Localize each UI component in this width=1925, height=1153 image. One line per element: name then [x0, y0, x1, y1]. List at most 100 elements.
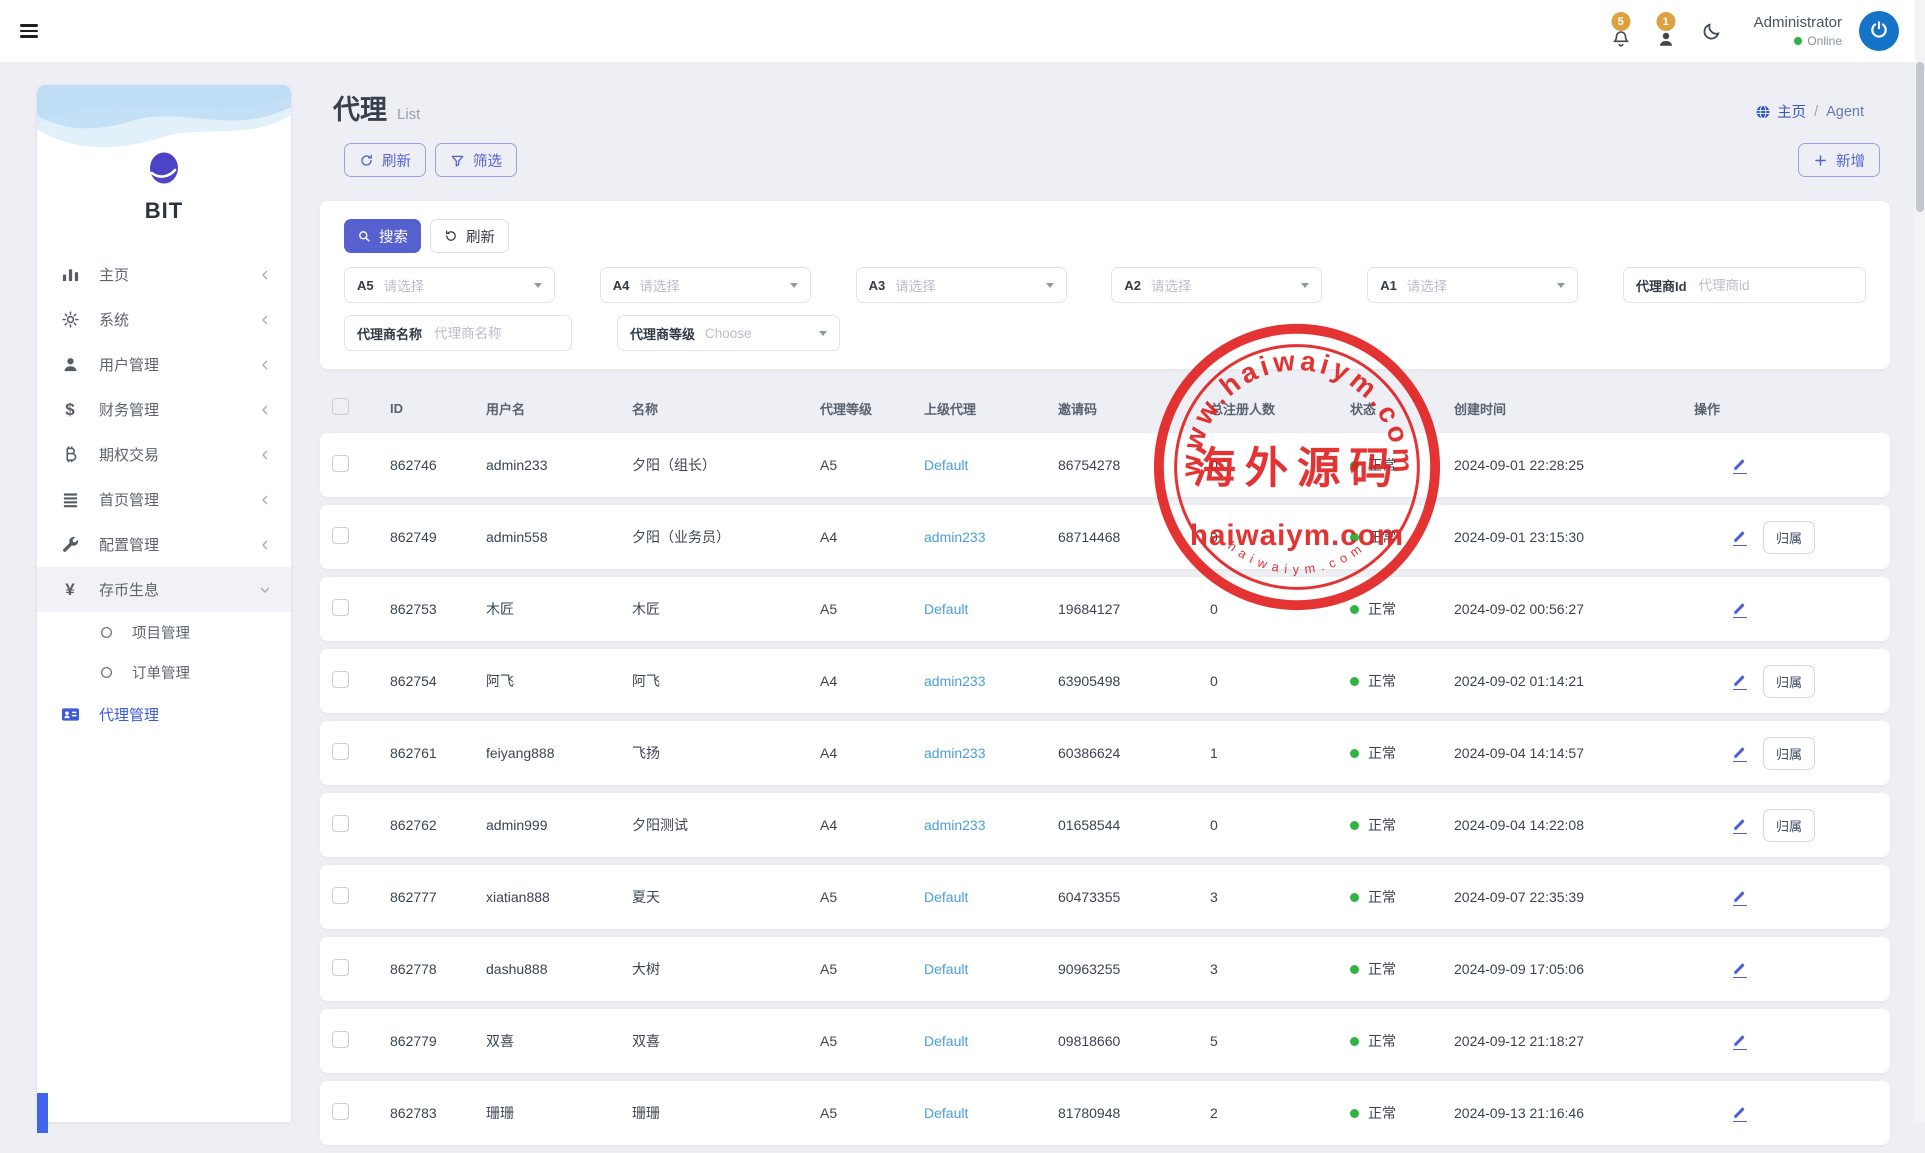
row-checkbox[interactable]: [332, 671, 349, 688]
parent-agent-link[interactable]: admin233: [912, 673, 1046, 689]
edit-icon[interactable]: [1732, 1033, 1747, 1050]
edit-icon[interactable]: [1732, 457, 1747, 474]
table-row: 862746admin233夕阳（组长）A5Default867542780正常…: [320, 433, 1890, 497]
edit-icon[interactable]: [1732, 673, 1747, 690]
column-header: 状态: [1338, 399, 1442, 418]
row-checkbox[interactable]: [332, 815, 349, 832]
search-button[interactable]: 搜索: [344, 219, 421, 253]
status-dot: [1350, 1037, 1359, 1046]
row-checkbox[interactable]: [332, 1031, 349, 1048]
power-icon: [1869, 19, 1889, 44]
scrollbar-thumb[interactable]: [1916, 62, 1924, 212]
status-dot: [1350, 677, 1359, 686]
edit-icon[interactable]: [1732, 529, 1747, 546]
agent-level: A4: [808, 745, 912, 761]
sidebar-item-options-trading[interactable]: 期权交易: [37, 432, 291, 477]
sidebar-item-system[interactable]: 系统: [37, 297, 291, 342]
agent-name: 木匠: [620, 599, 808, 619]
notification-bell-button[interactable]: 5: [1607, 11, 1635, 51]
edit-icon[interactable]: [1732, 817, 1747, 834]
status-badge: 正常: [1338, 743, 1442, 763]
dark-mode-toggle[interactable]: [1701, 20, 1723, 42]
parent-agent-link[interactable]: Default: [912, 1033, 1046, 1049]
row-checkbox[interactable]: [332, 455, 349, 472]
row-checkbox[interactable]: [332, 527, 349, 544]
parent-agent-link[interactable]: admin233: [912, 817, 1046, 833]
sidebar-item-config[interactable]: 配置管理: [37, 522, 291, 567]
edit-icon[interactable]: [1732, 1105, 1747, 1122]
row-checkbox[interactable]: [332, 887, 349, 904]
circle-icon: [99, 665, 114, 680]
edit-icon[interactable]: [1732, 961, 1747, 978]
filter-a4-select[interactable]: A4请选择: [600, 267, 811, 303]
hamburger-menu-icon[interactable]: [20, 21, 38, 41]
filter-agent-name-input[interactable]: 代理商名称: [344, 315, 572, 351]
sidebar-subitem-project-mgmt[interactable]: 项目管理: [37, 612, 291, 652]
filter-a5-select[interactable]: A5请选择: [344, 267, 555, 303]
attribution-button[interactable]: 归属: [1763, 521, 1815, 554]
table-row: 862778dashu888大树A5Default909632553正常2024…: [320, 937, 1890, 1001]
row-checkbox[interactable]: [332, 959, 349, 976]
caret-down-icon: [534, 283, 542, 288]
sidebar-item-homepage-mgmt[interactable]: 首页管理: [37, 477, 291, 522]
avatar[interactable]: [1859, 11, 1899, 51]
attribution-button[interactable]: 归属: [1763, 665, 1815, 698]
agent-name: 夏天: [620, 887, 808, 907]
sidebar-item-user-mgmt[interactable]: 用户管理: [37, 342, 291, 387]
agent-username: xiatian888: [474, 889, 620, 905]
edit-icon[interactable]: [1732, 889, 1747, 906]
filter-a1-select[interactable]: A1请选择: [1367, 267, 1578, 303]
chevron-left-icon: [257, 492, 273, 508]
select-all-checkbox[interactable]: [332, 398, 349, 415]
column-header: 名称: [620, 399, 808, 418]
sidebar-item-agent-mgmt[interactable]: 代理管理: [37, 692, 291, 737]
sidebar-item-finance[interactable]: $财务管理: [37, 387, 291, 432]
search-panel: 搜索 刷新 A5请选择 A4请选择 A3请选择 A2请选择 A1请选择 代理商Id 代理商…: [320, 201, 1890, 369]
filter-agent-level-select[interactable]: 代理商等级Choose: [617, 315, 840, 351]
status-badge: 正常: [1338, 1103, 1442, 1123]
breadcrumb-home-link[interactable]: 主页: [1755, 101, 1806, 122]
agent-level: A5: [808, 601, 912, 617]
parent-agent-link[interactable]: Default: [912, 961, 1046, 977]
attribution-button[interactable]: 归属: [1763, 809, 1815, 842]
agent-name: 大树: [620, 959, 808, 979]
filter-agent-name-field[interactable]: [432, 325, 559, 342]
row-checkbox[interactable]: [332, 1103, 349, 1120]
table-body: 862746admin233夕阳（组长）A5Default867542780正常…: [320, 433, 1890, 1145]
refresh-button[interactable]: 刷新: [344, 143, 426, 177]
filter-a2-select[interactable]: A2请选择: [1111, 267, 1322, 303]
row-checkbox[interactable]: [332, 743, 349, 760]
row-checkbox[interactable]: [332, 599, 349, 616]
sidebar-submenu: 项目管理订单管理: [37, 612, 291, 692]
add-button[interactable]: 新增: [1798, 143, 1880, 177]
parent-agent-link[interactable]: Default: [912, 457, 1046, 473]
table-header: ID用户名名称代理等级上级代理邀请码总注册人数状态创建时间操作: [320, 389, 1890, 427]
parent-agent-link[interactable]: admin233: [912, 745, 1046, 761]
user-notification-button[interactable]: 1: [1652, 11, 1680, 51]
user-name: Administrator: [1754, 14, 1842, 31]
main-content: 代理List 主页 / Agent 刷新 筛选 新增: [320, 62, 1890, 1153]
parent-agent-link[interactable]: admin233: [912, 529, 1046, 545]
total-registered: 1: [1198, 745, 1338, 761]
filter-agent-id-input[interactable]: 代理商Id: [1623, 267, 1866, 303]
parent-agent-link[interactable]: Default: [912, 601, 1046, 617]
filter-button[interactable]: 筛选: [435, 143, 517, 177]
user-badge: 1: [1656, 12, 1675, 31]
created-time: 2024-09-04 14:22:08: [1442, 817, 1682, 833]
sidebar-subitem-order-mgmt[interactable]: 订单管理: [37, 652, 291, 692]
filter-agent-id-field[interactable]: [1697, 277, 1853, 294]
invite-code: 63905498: [1046, 673, 1198, 689]
created-time: 2024-09-13 21:16:46: [1442, 1105, 1682, 1121]
page-subtitle: List: [397, 106, 420, 123]
edit-icon[interactable]: [1732, 601, 1747, 618]
scrollbar-track: [1915, 0, 1925, 1122]
filter-a3-select[interactable]: A3请选择: [856, 267, 1067, 303]
sidebar-item-deposit-interest[interactable]: ¥存币生息: [37, 567, 291, 612]
parent-agent-link[interactable]: Default: [912, 1105, 1046, 1121]
parent-agent-link[interactable]: Default: [912, 889, 1046, 905]
edit-icon[interactable]: [1732, 745, 1747, 762]
sidebar-item-home[interactable]: 主页: [37, 252, 291, 297]
attribution-button[interactable]: 归属: [1763, 737, 1815, 770]
reset-button[interactable]: 刷新: [430, 219, 509, 253]
caret-down-icon: [790, 283, 798, 288]
